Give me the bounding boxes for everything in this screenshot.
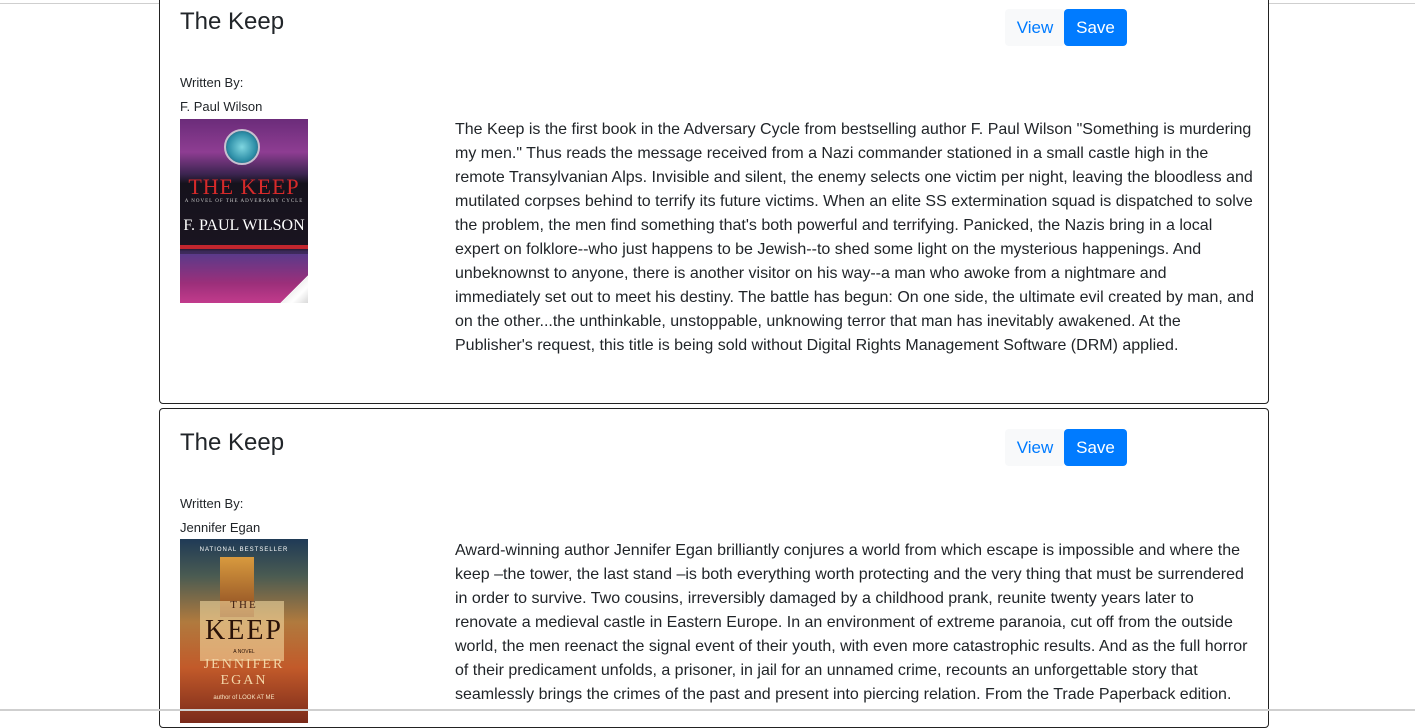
view-button[interactable]: View: [1005, 9, 1065, 46]
book-cover-image: THE KEEP A NOVEL OF THE ADVERSARY CYCLE …: [180, 119, 308, 303]
page-curl-icon: [280, 275, 308, 303]
cover-subtitle-text: A NOVEL OF THE ADVERSARY CYCLE: [184, 199, 304, 204]
book-description: The Keep is the first book in the Advers…: [455, 121, 1254, 354]
view-button[interactable]: View: [1005, 429, 1065, 466]
cover-title-text: THE KEEP: [188, 174, 300, 199]
cover-author-text: F. PAUL WILSON: [183, 217, 305, 234]
book-description: Award-winning author Jennifer Egan brill…: [455, 542, 1248, 703]
book-card: The Keep View Save Written By: F. Paul W…: [159, 0, 1269, 404]
book-title: The Keep: [180, 429, 285, 456]
cover-title-text: KEEP: [205, 615, 283, 646]
cover-novel-text: A NOVEL: [233, 649, 255, 655]
save-button[interactable]: Save: [1064, 429, 1127, 466]
book-title: The Keep: [180, 8, 285, 35]
cover-divider: [180, 245, 308, 249]
cover-badge-text: NATIONAL BESTSELLER: [199, 547, 289, 553]
cover-tagline-text: author of LOOK AT ME: [213, 695, 275, 701]
save-button[interactable]: Save: [1064, 9, 1127, 46]
cover-author-first: JENNIFER: [203, 657, 285, 672]
book-cover-image: NATIONAL BESTSELLER THE KEEP A NOVEL JEN…: [180, 539, 308, 723]
book-card: The Keep View Save Written By: Jennifer …: [159, 408, 1269, 728]
cover-author-last: EGAN: [220, 673, 268, 688]
cover-the-text: THE: [230, 599, 258, 611]
cover-figure-art: [224, 129, 260, 165]
written-by-label: Written By:: [180, 496, 244, 511]
book-author: Jennifer Egan: [180, 520, 261, 535]
written-by-label: Written By:: [180, 75, 244, 90]
book-author: F. Paul Wilson: [180, 99, 263, 114]
